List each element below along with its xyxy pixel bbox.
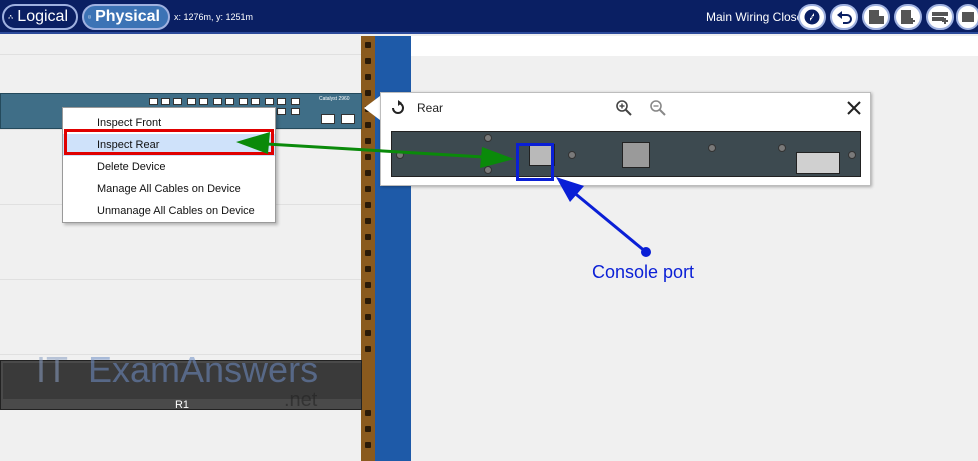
network-icon — [8, 15, 13, 19]
new-shelf-button[interactable] — [894, 4, 922, 30]
menu-item-delete-device[interactable]: Delete Device — [63, 156, 275, 178]
power-port[interactable] — [622, 142, 650, 168]
console-port-annotation: Console port — [592, 262, 695, 282]
new-rack-button[interactable] — [862, 4, 890, 30]
rack-icon — [88, 15, 91, 19]
physical-label: Physical — [95, 8, 160, 25]
highlight-inspect-rear — [64, 129, 274, 155]
rotate-icon[interactable] — [389, 99, 407, 117]
svg-text:.net: .net — [284, 389, 318, 410]
menu-item-unmanage-cables[interactable]: Unmanage All Cables on Device — [63, 200, 275, 222]
more-button[interactable] — [956, 4, 978, 30]
new-device-button[interactable] — [926, 4, 954, 30]
switch-rear-panel — [391, 131, 861, 177]
logical-label: Logical — [17, 8, 68, 25]
more-icon — [962, 12, 974, 22]
back-arrow-icon — [837, 11, 852, 24]
close-icon[interactable] — [845, 99, 863, 117]
shelf-add-icon — [901, 10, 915, 24]
popup-pointer — [364, 96, 380, 120]
device-add-icon — [932, 12, 948, 24]
rack-add-icon — [869, 10, 884, 24]
menu-item-manage-cables[interactable]: Manage All Cables on Device — [63, 178, 275, 200]
navigation-button[interactable] — [798, 4, 826, 30]
popup-title: Rear — [417, 101, 444, 115]
zoom-in-icon[interactable] — [615, 99, 633, 117]
svg-text:IT: IT — [36, 349, 68, 390]
context-menu: Inspect Front Inspect Rear Delete Device… — [62, 107, 276, 223]
svg-text:ExamAnswers: ExamAnswers — [88, 349, 318, 390]
console-port-highlight — [516, 143, 554, 181]
packet-tracer-window: Logical Physical x: 1276m, y: 1251m Main… — [0, 0, 978, 461]
logical-view-button[interactable]: Logical — [2, 4, 78, 30]
switch-model-label: Catalyst 2960 — [319, 96, 350, 102]
location-label: Main Wiring Closet — [706, 10, 807, 24]
back-button[interactable] — [830, 4, 858, 30]
compass-icon — [804, 9, 820, 25]
rear-view-popup: Rear — [380, 92, 871, 186]
physical-view-button[interactable]: Physical — [82, 4, 170, 30]
rear-label-plate — [796, 152, 840, 174]
top-toolbar: Logical Physical x: 1276m, y: 1251m Main… — [0, 0, 978, 34]
watermark-logo: IT ExamAnswers .net — [36, 349, 318, 410]
coordinates-readout: x: 1276m, y: 1251m — [174, 12, 254, 22]
workspace-top-strip — [410, 36, 978, 56]
zoom-out-icon[interactable] — [649, 99, 667, 117]
